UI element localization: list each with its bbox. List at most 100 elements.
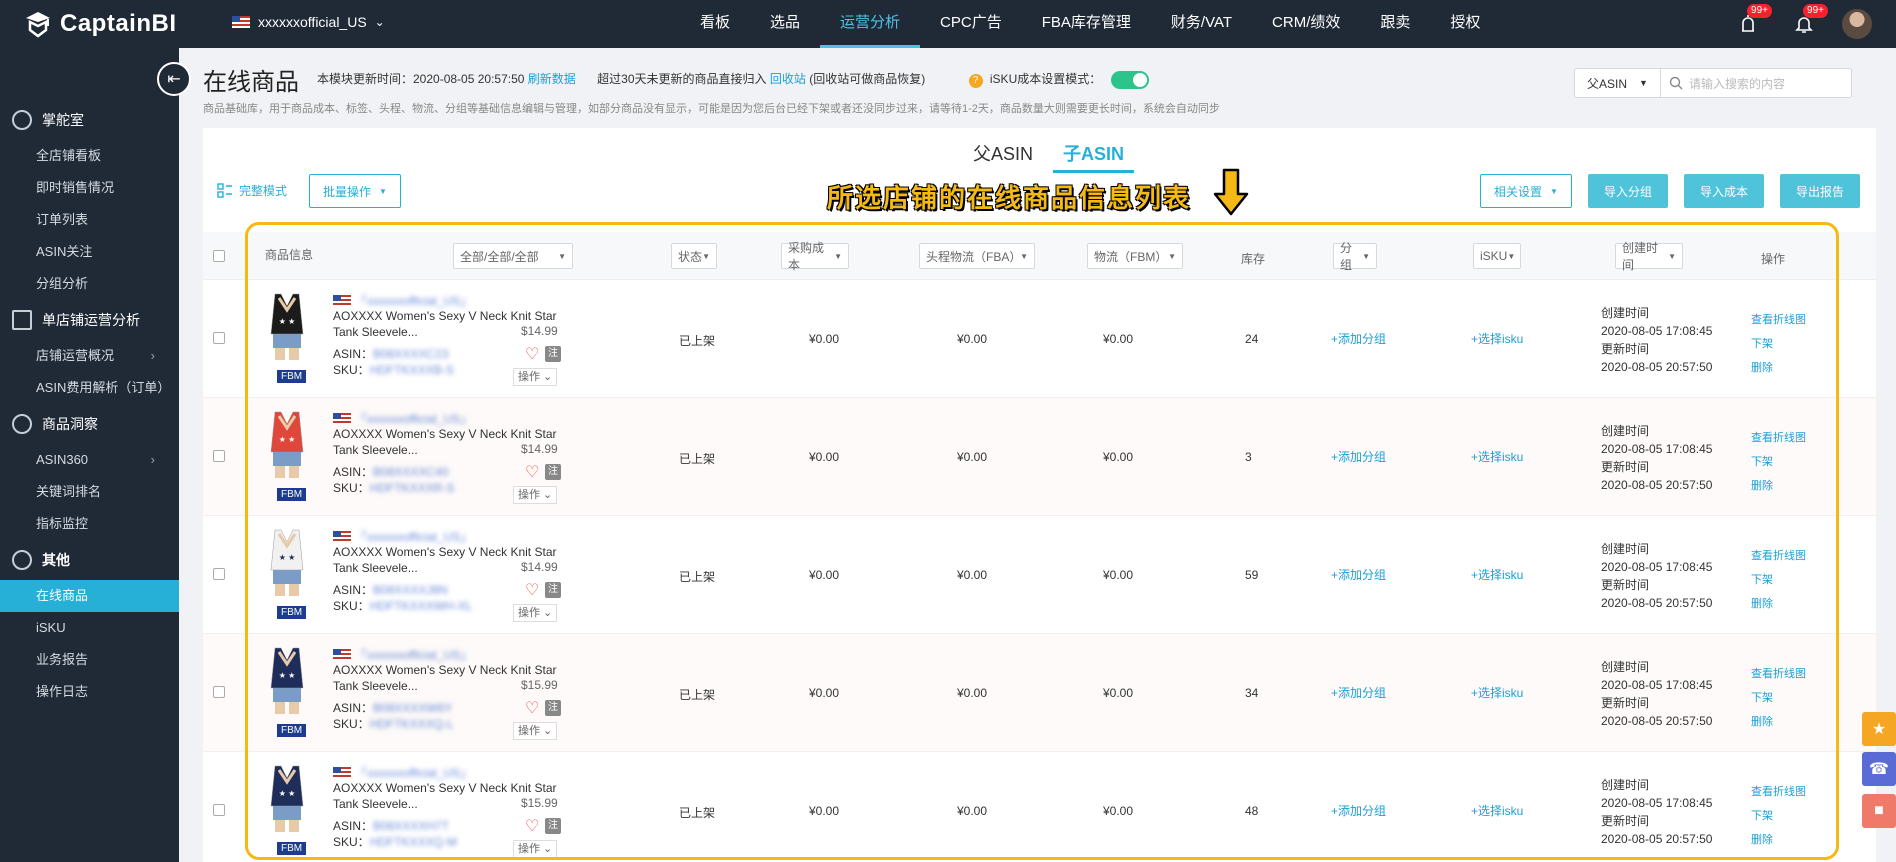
fbm-cell[interactable]: ¥0.00 bbox=[1103, 568, 1133, 582]
fbm-cell[interactable]: ¥0.00 bbox=[1103, 686, 1133, 700]
sidebar-item-online-products[interactable]: 在线商品 bbox=[0, 580, 179, 612]
header-fba-shipping[interactable]: 头程物流（FBA） ▼ bbox=[919, 243, 1035, 269]
heart-icon[interactable]: ♡ bbox=[525, 580, 539, 600]
heart-icon[interactable]: ♡ bbox=[525, 344, 539, 364]
delete-link[interactable]: 删除 bbox=[1751, 474, 1806, 498]
product-op-select[interactable]: 操作 ⌄ bbox=[513, 486, 558, 504]
sidebar-section-helm[interactable]: 掌舵室 bbox=[0, 100, 179, 140]
product-image[interactable]: ★ ★ bbox=[265, 526, 309, 598]
isku-mode-toggle[interactable] bbox=[1110, 70, 1149, 89]
asin-value[interactable]: B08XXXXJ8N bbox=[373, 583, 448, 597]
sidebar-item-isku[interactable]: iSKU bbox=[0, 612, 179, 644]
search-input[interactable]: 请输入搜索的内容 bbox=[1661, 69, 1851, 97]
note-icon[interactable]: 注 bbox=[545, 464, 561, 480]
row-checkbox[interactable] bbox=[213, 686, 225, 698]
add-group-link[interactable]: +添加分组 bbox=[1331, 802, 1386, 819]
header-status[interactable]: 状态 ▼ bbox=[671, 243, 717, 269]
row-checkbox[interactable] bbox=[213, 804, 225, 816]
sidebar-section-insight[interactable]: 商品洞察 bbox=[0, 404, 179, 444]
nav-item-finance[interactable]: 财务/VAT bbox=[1151, 0, 1252, 48]
nav-item-fba[interactable]: FBA库存管理 bbox=[1022, 0, 1151, 48]
sidebar-item-business-report[interactable]: 业务报告 bbox=[0, 644, 179, 676]
export-report-button[interactable]: 导出报告 bbox=[1780, 174, 1860, 208]
delist-link[interactable]: 下架 bbox=[1751, 332, 1806, 356]
purchase-cost-cell[interactable]: ¥0.00 bbox=[809, 804, 839, 818]
select-isku-link[interactable]: +选择isku bbox=[1471, 684, 1523, 701]
sku-value[interactable]: HDFTKXXXQ-M bbox=[370, 835, 457, 849]
fba-cell[interactable]: ¥0.00 bbox=[957, 686, 987, 700]
header-purchase-cost[interactable]: 采购成本 ▼ bbox=[781, 241, 849, 272]
gift-icon[interactable]: ■ bbox=[1862, 794, 1896, 828]
sidebar-collapse-button[interactable]: ⇤ bbox=[157, 62, 191, 96]
select-isku-link[interactable]: +选择isku bbox=[1471, 448, 1523, 465]
header-created[interactable]: 创建时间 ▼ bbox=[1615, 241, 1683, 272]
batch-operation-button[interactable]: 批量操作 ▼ bbox=[309, 174, 401, 208]
recycle-link[interactable]: 回收站 bbox=[770, 72, 806, 86]
sidebar-item-keyword-rank[interactable]: 关键词排名 bbox=[0, 476, 179, 508]
note-icon[interactable]: 注 bbox=[545, 346, 561, 362]
add-group-link[interactable]: +添加分组 bbox=[1331, 684, 1386, 701]
row-checkbox[interactable] bbox=[213, 332, 225, 344]
nav-item-authorization[interactable]: 授权 bbox=[1430, 0, 1500, 48]
related-settings-button[interactable]: 相关设置 ▼ bbox=[1480, 174, 1572, 208]
asin-value[interactable]: B08XXXXH7T bbox=[373, 819, 449, 833]
sku-value[interactable]: HDFTKXXXB-S bbox=[370, 363, 454, 377]
import-cost-button[interactable]: 导入成本 bbox=[1684, 174, 1764, 208]
delist-link[interactable]: 下架 bbox=[1751, 804, 1806, 828]
tab-parent-asin[interactable]: 父ASIN bbox=[973, 140, 1033, 173]
bookmark-icon[interactable]: ★ bbox=[1862, 712, 1896, 746]
product-op-select[interactable]: 操作 ⌄ bbox=[513, 722, 558, 740]
fbm-cell[interactable]: ¥0.00 bbox=[1103, 450, 1133, 464]
view-chart-link[interactable]: 查看折线图 bbox=[1751, 426, 1806, 450]
purchase-cost-cell[interactable]: ¥0.00 bbox=[809, 332, 839, 346]
product-op-select[interactable]: 操作 ⌄ bbox=[513, 840, 558, 858]
sidebar-item-group-analysis[interactable]: 分组分析 bbox=[0, 268, 179, 300]
sidebar-item-asin-watch[interactable]: ASIN关注 bbox=[0, 236, 179, 268]
fba-cell[interactable]: ¥0.00 bbox=[957, 450, 987, 464]
sidebar-item-orders[interactable]: 订单列表 bbox=[0, 204, 179, 236]
view-chart-link[interactable]: 查看折线图 bbox=[1751, 308, 1806, 332]
header-isku[interactable]: iSKU ▼ bbox=[1473, 243, 1521, 269]
select-all-checkbox[interactable] bbox=[213, 250, 225, 262]
sidebar-item-realtime-sales[interactable]: 即时销售情况 bbox=[0, 172, 179, 204]
bell-icon[interactable]: 99+ bbox=[1786, 4, 1828, 42]
nav-item-follow-sell[interactable]: 跟卖 bbox=[1360, 0, 1430, 48]
headset-icon[interactable]: ☎ bbox=[1862, 752, 1896, 786]
note-icon[interactable]: 注 bbox=[545, 818, 561, 834]
nav-item-dashboard[interactable]: 看板 bbox=[680, 0, 750, 48]
nav-item-operations[interactable]: 运营分析 bbox=[820, 0, 921, 48]
filter-all-select[interactable]: 全部/全部/全部 ▼ bbox=[453, 243, 573, 269]
select-isku-link[interactable]: +选择isku bbox=[1471, 802, 1523, 819]
avatar[interactable] bbox=[1842, 9, 1872, 39]
product-image[interactable]: ★ ★ bbox=[265, 644, 309, 716]
product-image[interactable]: ★ ★ bbox=[265, 408, 309, 480]
product-image[interactable]: ★ ★ bbox=[265, 762, 309, 834]
row-checkbox[interactable] bbox=[213, 568, 225, 580]
sidebar-item-metric-monitor[interactable]: 指标监控 bbox=[0, 508, 179, 540]
alarm-icon[interactable]: 99+ bbox=[1730, 4, 1772, 42]
delete-link[interactable]: 删除 bbox=[1751, 828, 1806, 852]
delist-link[interactable]: 下架 bbox=[1751, 686, 1806, 710]
heart-icon[interactable]: ♡ bbox=[525, 698, 539, 718]
heart-icon[interactable]: ♡ bbox=[525, 816, 539, 836]
import-group-button[interactable]: 导入分组 bbox=[1588, 174, 1668, 208]
delete-link[interactable]: 删除 bbox=[1751, 710, 1806, 734]
delist-link[interactable]: 下架 bbox=[1751, 568, 1806, 592]
question-icon[interactable]: ? bbox=[968, 74, 983, 88]
fba-cell[interactable]: ¥0.00 bbox=[957, 568, 987, 582]
nav-item-product-selection[interactable]: 选品 bbox=[750, 0, 820, 48]
nav-item-cpc[interactable]: CPC广告 bbox=[920, 0, 1022, 48]
purchase-cost-cell[interactable]: ¥0.00 bbox=[809, 568, 839, 582]
sku-value[interactable]: HDFTKXXXR-S bbox=[370, 481, 455, 495]
view-chart-link[interactable]: 查看折线图 bbox=[1751, 544, 1806, 568]
product-op-select[interactable]: 操作 ⌄ bbox=[513, 604, 558, 622]
purchase-cost-cell[interactable]: ¥0.00 bbox=[809, 450, 839, 464]
view-mode-toggle[interactable]: 完整模式 bbox=[217, 182, 287, 199]
view-chart-link[interactable]: 查看折线图 bbox=[1751, 662, 1806, 686]
purchase-cost-cell[interactable]: ¥0.00 bbox=[809, 686, 839, 700]
view-chart-link[interactable]: 查看折线图 bbox=[1751, 780, 1806, 804]
sidebar-item-asin-fee[interactable]: ASIN费用解析（订单） bbox=[0, 372, 179, 404]
sku-value[interactable]: HDFTKXXXQ-L bbox=[370, 717, 454, 731]
select-isku-link[interactable]: +选择isku bbox=[1471, 330, 1523, 347]
logo[interactable]: CaptainBI bbox=[22, 8, 177, 40]
